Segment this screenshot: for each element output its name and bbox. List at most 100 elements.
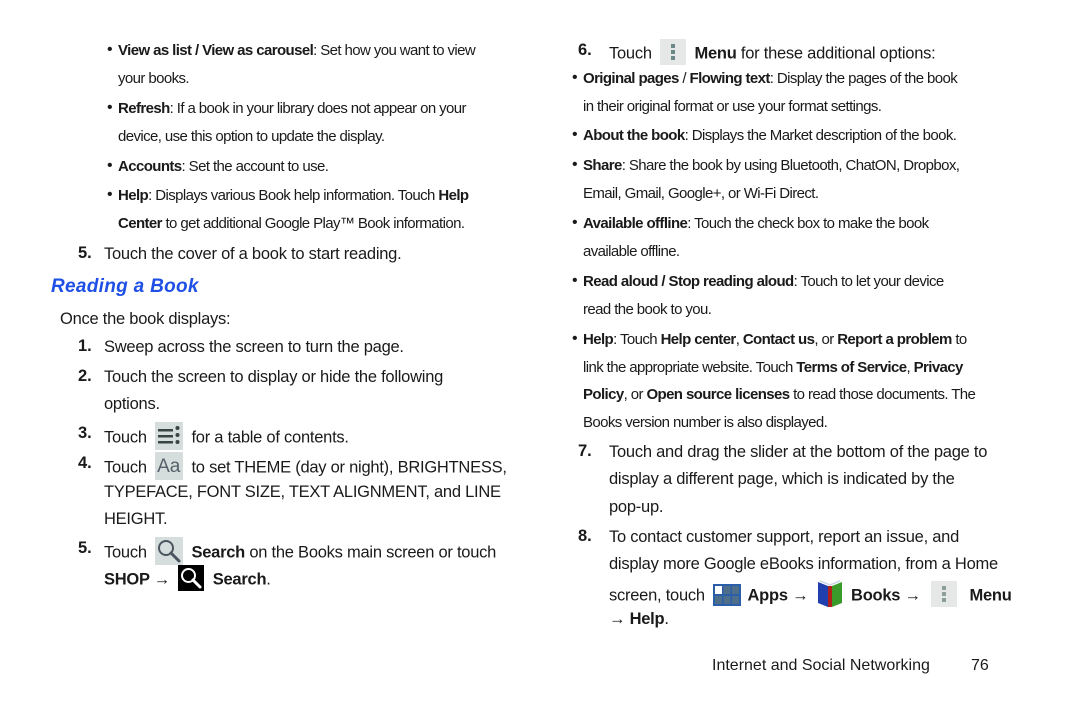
step-number: 5.	[78, 539, 92, 557]
bold-term: Flowing text	[689, 70, 771, 87]
step-text: Touch Search on the Books main screen or…	[104, 537, 497, 567]
step-text: Touch the cover of a book to start readi…	[104, 245, 402, 263]
apps-label: Apps →	[747, 586, 809, 605]
bold-term: Center	[118, 215, 163, 232]
bold-term: Share	[583, 157, 622, 174]
text-segment: : Displays various Book help information…	[148, 187, 439, 204]
bold-term: Policy	[583, 386, 624, 403]
bullet-dot: •	[572, 330, 578, 347]
step-text-post: to set THEME (day or night), BRIGHTNESS,	[191, 458, 507, 477]
text-segment: your books.	[118, 70, 190, 87]
text-segment: : If a book in your library does not app…	[169, 100, 467, 117]
bold-term: Privacy	[913, 358, 964, 376]
bold-term: Help	[583, 331, 614, 348]
bullet-text-line: Read aloud / Stop reading aloud: Touch t…	[583, 272, 944, 292]
bullet-dot: •	[572, 272, 578, 289]
step-text-pre: Touch	[104, 458, 147, 477]
step-number: 6.	[578, 41, 592, 59]
search-label: Search	[212, 570, 267, 589]
text-segment: , or	[814, 331, 838, 348]
text-segment: : Set how you want to view	[313, 42, 476, 59]
bullet-text-line: About the book: Displays the Market desc…	[583, 126, 957, 146]
bullet-text-line: in their original format or use your for…	[583, 97, 882, 117]
text-segment: link the appropriate website. Touch	[583, 358, 797, 376]
text-segment: : Set the account to use.	[181, 158, 329, 175]
step-text: screen, touch Apps → Books → Menu	[609, 578, 1012, 611]
step-number: 5.	[78, 244, 92, 262]
bold-term: Help	[438, 187, 469, 204]
table-of-contents-icon	[155, 422, 184, 450]
bullet-text-line: your books.	[118, 69, 190, 89]
text-segment: available offline.	[583, 242, 680, 260]
shop-label: SHOP →	[104, 570, 171, 589]
step-text: Sweep across the screen to turn the page…	[104, 338, 404, 356]
text-segment: : Touch	[613, 331, 661, 348]
bold-term: Help	[118, 187, 149, 204]
bold-term: Read aloud / Stop reading aloud	[583, 273, 794, 290]
bullet-dot: •	[107, 186, 113, 203]
books-app-icon	[816, 578, 844, 608]
text-segment: : Touch the check box to make the book	[687, 215, 929, 232]
step-text: SHOP → Search.	[104, 565, 271, 593]
step-number: 3.	[78, 424, 92, 442]
step-text: options.	[104, 395, 160, 413]
bullet-text-line: Refresh: If a book in your library does …	[118, 99, 467, 119]
bullet-dot: •	[572, 126, 578, 143]
bullet-text-line: Share: Share the book by using Bluetooth…	[583, 156, 960, 176]
bullet-dot: •	[107, 41, 113, 58]
bullet-text-line: Center to get additional Google Play™ Bo…	[118, 214, 465, 234]
search-label: Search	[191, 543, 246, 562]
bullet-dot: •	[572, 69, 578, 86]
text-segment: : Share the book by using Bluetooth, Cha…	[621, 157, 960, 174]
menu-label: Menu	[969, 586, 1012, 605]
step-text-pre: screen, touch	[609, 586, 705, 605]
bullet-text-line: Help: Touch Help center, Contact us, or …	[583, 330, 967, 350]
bullet-dot: •	[572, 156, 578, 173]
text-segment: ,	[735, 331, 743, 348]
step-text: display a different page, which is indic…	[609, 470, 955, 488]
step-text: Touch Aa to set THEME (day or night), BR…	[104, 452, 507, 482]
bullet-dot: •	[107, 99, 113, 116]
bullet-text-line: device, use this option to update the di…	[118, 127, 385, 147]
bold-term: Terms of Service	[796, 358, 907, 376]
page-number: 76	[971, 657, 989, 674]
bullet-text-line: Accounts: Set the account to use.	[118, 157, 329, 177]
step-text: Touch Menu for these additional options:	[609, 39, 936, 67]
help-label: → Help	[609, 610, 665, 628]
step-text-post: on the Books main screen or touch	[245, 543, 497, 562]
bullet-text-line: Original pages / Flowing text: Display t…	[583, 69, 958, 89]
bullet-text-line: link the appropriate website. Touch Term…	[583, 358, 963, 378]
punctuation: .	[664, 610, 669, 628]
bullet-dot: •	[572, 214, 578, 231]
bold-term: Report a problem	[837, 331, 952, 348]
step-text: Touch for a table of contents.	[104, 422, 349, 452]
bullet-dot: •	[107, 157, 113, 174]
bold-term: Available offline	[583, 215, 688, 232]
search-black-icon	[178, 565, 205, 591]
bold-term: Contact us	[742, 331, 815, 348]
bold-term: Open source licenses	[646, 386, 790, 403]
bullet-text-line: available offline.	[583, 242, 680, 262]
text-segment: : Display the pages of the book	[769, 70, 958, 87]
step-text-post: for a table of contents.	[191, 428, 349, 447]
punctuation: .	[266, 570, 271, 589]
bullet-text-line: Books version number is also displayed.	[583, 413, 828, 433]
text-segment: device, use this option to update the di…	[118, 128, 385, 145]
step-number: 8.	[578, 527, 592, 545]
step-text-post: for these additional options:	[736, 44, 936, 63]
text-segment: , or	[623, 386, 647, 403]
step-text-pre: Touch	[104, 428, 147, 447]
bold-term: About the book	[583, 127, 685, 144]
step-text: → Help.	[609, 609, 669, 629]
text-segment: to	[951, 331, 967, 348]
bold-term: View as list / View as carousel	[118, 42, 314, 59]
menu-icon	[660, 39, 687, 65]
step-text-pre: Touch	[104, 543, 147, 562]
books-label: Books →	[851, 586, 921, 605]
text-segment: /	[678, 70, 690, 87]
text-segment: to read those documents. The	[789, 386, 976, 403]
bullet-text-line: Policy, or Open source licenses to read …	[583, 385, 976, 405]
text-segment: : Displays the Market description of the…	[684, 127, 957, 144]
step-number: 1.	[78, 337, 92, 355]
step-text: TYPEFACE, FONT SIZE, TEXT ALIGNMENT, and…	[104, 483, 501, 501]
